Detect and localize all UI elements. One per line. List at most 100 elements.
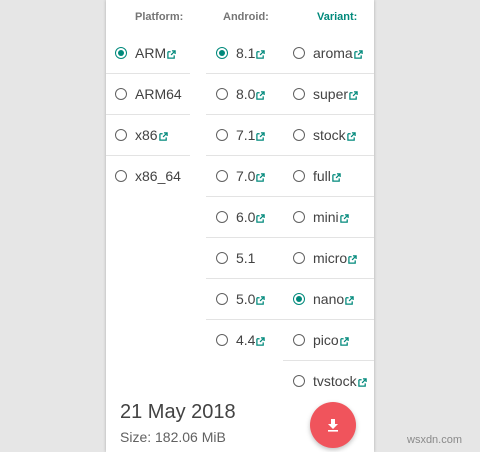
android-radio[interactable] <box>216 170 228 182</box>
external-link-icon[interactable] <box>357 378 367 387</box>
external-link-icon[interactable] <box>348 255 357 264</box>
download-button[interactable] <box>310 402 356 448</box>
release-date: 21 May 2018 <box>120 401 236 423</box>
platform-label: ARM64 <box>135 86 182 102</box>
variant-label: aroma <box>313 45 363 61</box>
variant-label: super <box>313 86 358 102</box>
variant-option[interactable]: aroma <box>283 33 374 74</box>
platform-radio[interactable] <box>115 47 127 59</box>
platform-label: ARM <box>135 45 176 61</box>
variant-column: aroma super stock full mini micro nano pico tvst… <box>283 33 374 401</box>
android-label-text: 4.4 <box>236 332 256 348</box>
external-link-icon[interactable] <box>256 132 266 141</box>
platform-radio[interactable] <box>115 88 127 100</box>
platform-header: Platform: <box>135 11 184 23</box>
android-radio[interactable] <box>216 88 228 100</box>
external-link-icon[interactable] <box>349 91 358 100</box>
external-link-icon[interactable] <box>339 337 349 346</box>
variant-option[interactable]: micro <box>283 238 374 279</box>
package-selector-card: Platform: Android: Variant: ARM ARM64 x86 x… <box>106 0 374 452</box>
variant-option[interactable]: full <box>283 156 374 197</box>
android-header: Android: <box>223 11 269 23</box>
variant-option[interactable]: mini <box>283 197 374 238</box>
variant-label-text: aroma <box>313 45 353 61</box>
android-label-text: 8.1 <box>236 45 256 61</box>
variant-label: micro <box>313 250 357 266</box>
variant-radio[interactable] <box>293 334 305 346</box>
android-label: 4.4 <box>236 332 266 348</box>
variant-label-text: pico <box>313 332 339 348</box>
variant-label: stock <box>313 127 356 143</box>
external-link-icon[interactable] <box>256 296 266 305</box>
variant-option[interactable]: nano <box>283 279 374 320</box>
release-size: Size: 182.06 MiB <box>120 429 226 445</box>
platform-option[interactable]: ARM <box>106 33 190 74</box>
variant-option[interactable]: super <box>283 74 374 115</box>
external-link-icon[interactable] <box>256 337 266 346</box>
android-option[interactable]: 5.1 <box>206 238 283 279</box>
variant-radio[interactable] <box>293 47 305 59</box>
external-link-icon[interactable] <box>353 50 363 59</box>
platform-option[interactable]: x86 <box>106 115 190 156</box>
android-radio[interactable] <box>216 334 228 346</box>
variant-label-text: full <box>313 168 331 184</box>
android-option[interactable]: 5.0 <box>206 279 283 320</box>
android-option[interactable]: 8.1 <box>206 33 283 74</box>
variant-label-text: tvstock <box>313 373 357 389</box>
variant-label-text: mini <box>313 209 339 225</box>
platform-radio[interactable] <box>115 129 127 141</box>
variant-radio[interactable] <box>293 252 305 264</box>
android-radio[interactable] <box>216 129 228 141</box>
external-link-icon[interactable] <box>256 173 266 182</box>
external-link-icon[interactable] <box>256 91 266 100</box>
variant-option[interactable]: stock <box>283 115 374 156</box>
android-radio[interactable] <box>216 252 228 264</box>
download-icon <box>328 419 338 432</box>
android-label-text: 5.1 <box>236 250 256 266</box>
platform-label-text: ARM <box>135 45 167 61</box>
platform-label-text: x86 <box>135 127 158 143</box>
platform-label: x86 <box>135 127 168 143</box>
android-radio[interactable] <box>216 293 228 305</box>
variant-label: full <box>313 168 341 184</box>
variant-radio[interactable] <box>293 129 305 141</box>
android-label: 6.0 <box>236 209 266 225</box>
android-label: 8.0 <box>236 86 266 102</box>
android-option[interactable]: 4.4 <box>206 320 283 360</box>
android-label: 7.1 <box>236 127 266 143</box>
platform-option[interactable]: ARM64 <box>106 74 190 115</box>
external-link-icon[interactable] <box>345 296 354 305</box>
android-option[interactable]: 6.0 <box>206 197 283 238</box>
variant-radio[interactable] <box>293 375 305 387</box>
android-radio[interactable] <box>216 211 228 223</box>
variant-radio[interactable] <box>293 211 305 223</box>
android-radio[interactable] <box>216 47 228 59</box>
android-label-text: 8.0 <box>236 86 256 102</box>
android-option[interactable]: 8.0 <box>206 74 283 115</box>
variant-radio[interactable] <box>293 170 305 182</box>
external-link-icon[interactable] <box>332 173 341 182</box>
android-option[interactable]: 7.1 <box>206 115 283 156</box>
variant-label-text: super <box>313 86 349 102</box>
external-link-icon[interactable] <box>339 214 349 223</box>
android-column: 8.1 8.0 7.1 7.0 6.0 5.1 5.0 4.4 <box>206 33 283 360</box>
external-link-icon[interactable] <box>256 50 266 59</box>
platform-label-text: x86_64 <box>135 168 181 184</box>
external-link-icon[interactable] <box>346 132 356 141</box>
variant-option[interactable]: tvstock <box>283 361 374 401</box>
variant-label: nano <box>313 291 354 307</box>
android-option[interactable]: 7.0 <box>206 156 283 197</box>
external-link-icon[interactable] <box>158 132 168 141</box>
variant-label: mini <box>313 209 349 225</box>
variant-label: tvstock <box>313 373 367 389</box>
external-link-icon[interactable] <box>167 50 176 59</box>
variant-radio[interactable] <box>293 293 305 305</box>
variant-label: pico <box>313 332 349 348</box>
variant-option[interactable]: pico <box>283 320 374 361</box>
android-label-text: 7.0 <box>236 168 256 184</box>
android-label: 5.1 <box>236 250 255 266</box>
variant-radio[interactable] <box>293 88 305 100</box>
platform-radio[interactable] <box>115 170 127 182</box>
external-link-icon[interactable] <box>256 214 266 223</box>
platform-option[interactable]: x86_64 <box>106 156 190 196</box>
